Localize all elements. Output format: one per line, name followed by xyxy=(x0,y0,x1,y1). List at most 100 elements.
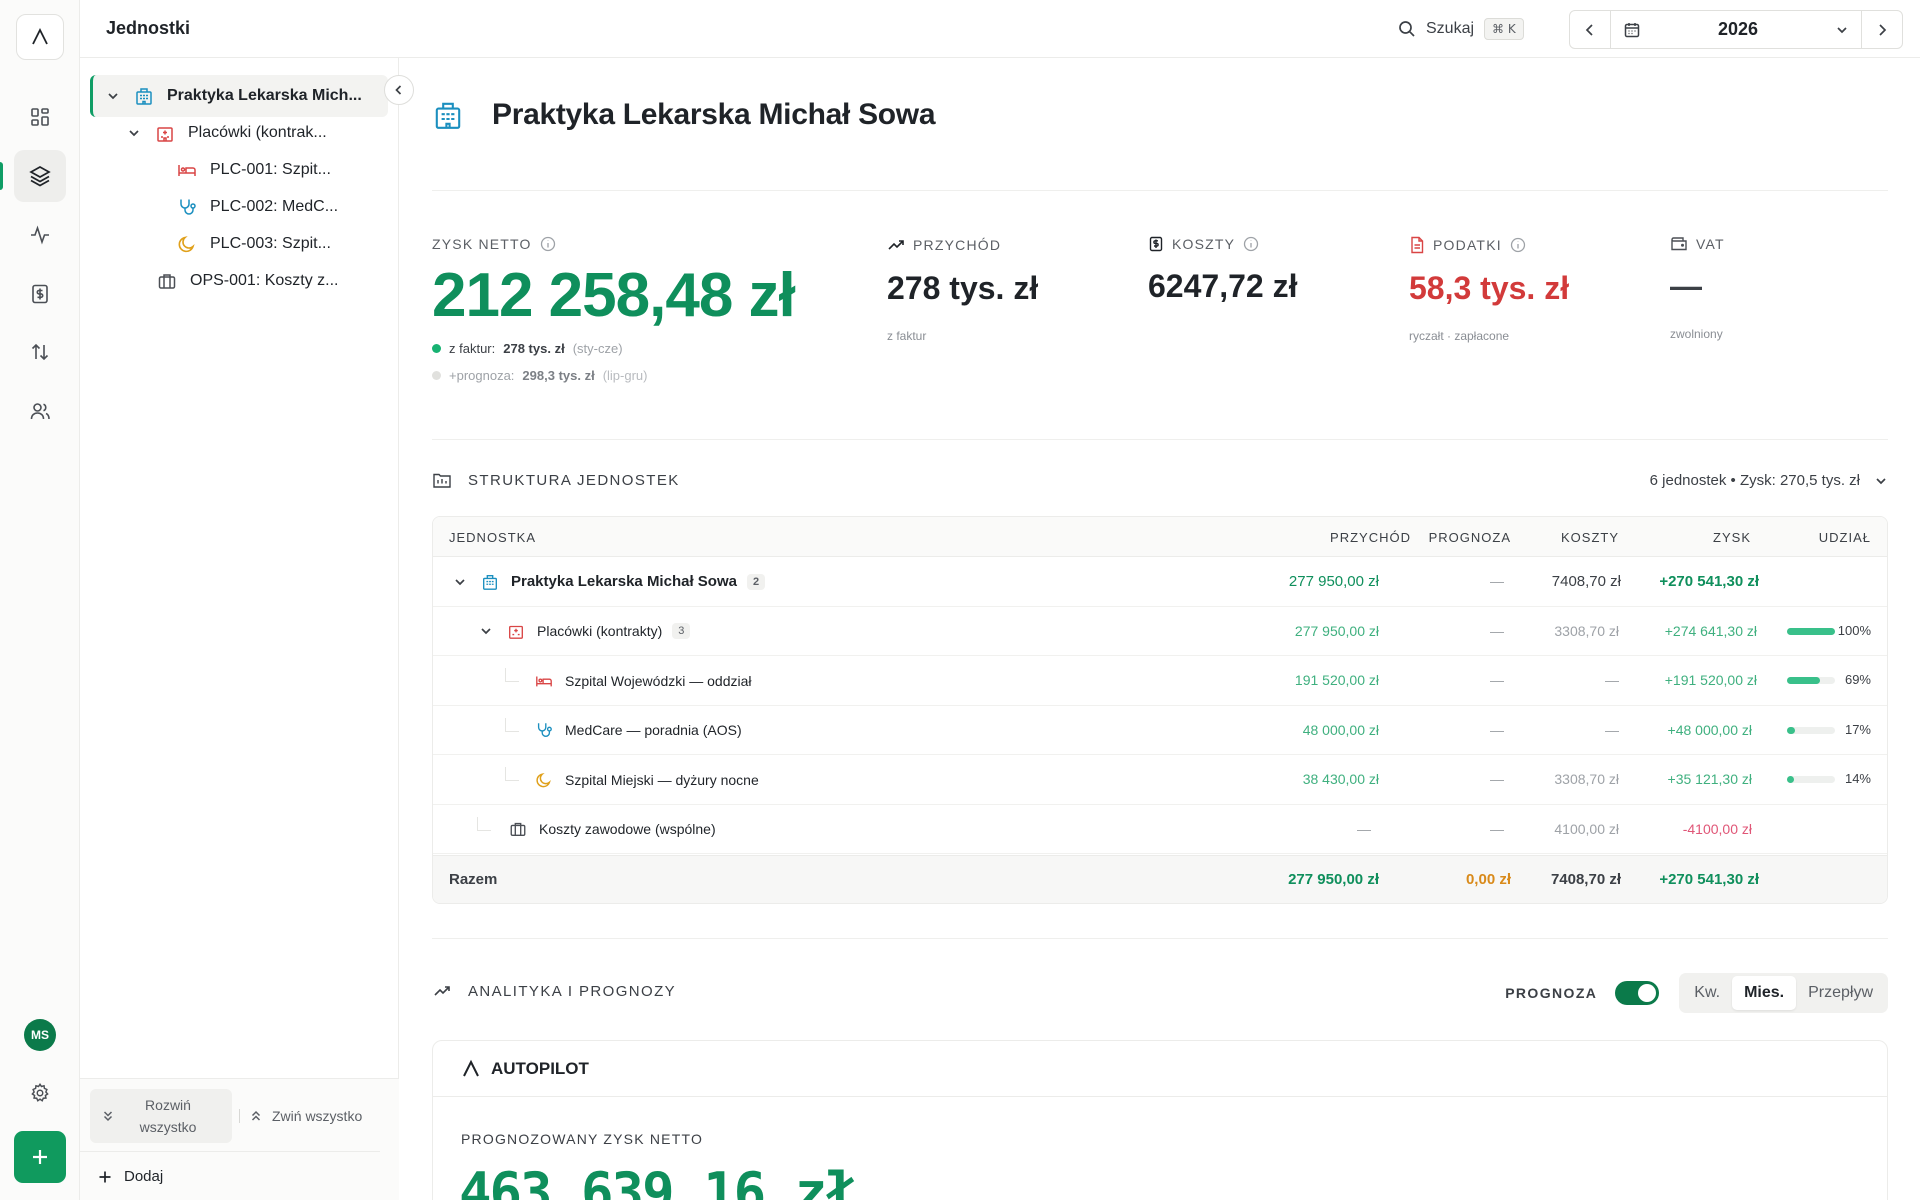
forecast-toggle-label: PROGNOZA xyxy=(1505,985,1598,1001)
col-revenue: PRZYCHÓD xyxy=(1330,530,1411,545)
layers-icon xyxy=(29,166,51,187)
gear-icon xyxy=(31,1082,49,1102)
cell-profit: +191 520,00 zł xyxy=(1664,672,1757,688)
chevron-down-icon[interactable] xyxy=(479,624,493,638)
chevron-left-icon xyxy=(1585,23,1593,36)
cell-forecast: — xyxy=(1490,573,1504,589)
tree-connector xyxy=(505,767,519,781)
tree-item-plc-003[interactable]: PLC-003: Szpit... xyxy=(176,223,331,265)
kpi-label-text: PRZYCHÓD xyxy=(913,237,1002,253)
row-name: Placówki (kontrakty) xyxy=(537,623,663,639)
row-name: Praktyka Lekarska Michał Sowa xyxy=(511,573,737,590)
kpi-value: 278 tys. zł xyxy=(887,270,1039,306)
expand-all-label: Rozwiń wszystko xyxy=(139,1097,197,1135)
transfers-icon xyxy=(31,343,49,361)
table-row[interactable]: Szpital Wojewódzki — oddział 191 520,00 … xyxy=(433,656,1887,706)
chevron-down-icon[interactable] xyxy=(103,86,123,106)
share-bar xyxy=(1787,627,1835,635)
plus-icon xyxy=(33,1150,47,1164)
add-unit-button[interactable]: Dodaj xyxy=(80,1151,380,1200)
nav-transfers[interactable] xyxy=(14,326,66,378)
segment-monthly[interactable]: Mies. xyxy=(1732,976,1797,1010)
structure-table: JEDNOSTKA PRZYCHÓD PROGNOZA KOSZTY ZYSK … xyxy=(432,516,1888,904)
cell-revenue: 48 000,00 zł xyxy=(1302,721,1379,738)
year-value: 2026 xyxy=(1717,19,1759,39)
tree-item-label: PLC-003: Szpit... xyxy=(210,235,331,252)
add-unit-label: Dodaj xyxy=(124,1168,164,1185)
top-bar: Jednostki Szukaj ⌘ K 2026 xyxy=(80,0,1920,58)
cell-forecast: — xyxy=(1490,771,1504,787)
total-revenue: 277 950,00 zł xyxy=(1288,871,1379,888)
row-name-cell: Szpital Wojewódzki — oddział xyxy=(535,656,752,705)
kpi-label: PRZYCHÓD xyxy=(887,236,1038,254)
create-button[interactable] xyxy=(14,1131,66,1183)
kpi-label-text: PODATKI xyxy=(1433,237,1502,253)
table-row[interactable]: MedCare — poradnia (AOS) 48 000,00 zł — … xyxy=(433,706,1887,755)
tree-item-plc-001[interactable]: PLC-001: Szpit... xyxy=(176,149,331,191)
legend-prefix: z faktur: xyxy=(449,341,496,356)
page-title: Praktyka Lekarska Michał Sowa xyxy=(492,98,936,131)
segment-cashflow[interactable]: Przepływ xyxy=(1796,976,1885,1010)
cell-revenue: 277 950,00 zł xyxy=(1288,573,1379,590)
cell-profit: +274 641,30 zł xyxy=(1664,622,1757,639)
receipt-icon xyxy=(1149,236,1163,252)
building-icon xyxy=(432,99,464,131)
total-label: Razem xyxy=(449,871,498,888)
nav-users[interactable] xyxy=(14,385,66,437)
col-profit: ZYSK xyxy=(1713,530,1751,545)
tree-item-plc-002[interactable]: PLC-002: MedC... xyxy=(176,186,338,228)
kpi-sub: zwolniony xyxy=(1670,327,1723,341)
app-logo[interactable] xyxy=(16,14,64,60)
invoice-icon xyxy=(32,284,48,304)
tree-item-ops-001[interactable]: OPS-001: Koszty z... xyxy=(156,260,339,302)
nav-units[interactable] xyxy=(14,150,66,202)
nav-settings[interactable] xyxy=(14,1067,66,1119)
cell-costs: 4100,00 zł xyxy=(1554,820,1619,837)
row-name-cell: Placówki (kontrakty) 3 xyxy=(479,607,691,656)
divider xyxy=(432,938,1888,939)
table-row[interactable]: Placówki (kontrakty) 3 277 950,00 zł — 3… xyxy=(433,607,1887,656)
tree-footer: Rozwiń wszystko Zwiń wszystko Dodaj xyxy=(80,1078,399,1200)
legend-period: (sty-cze) xyxy=(572,341,623,356)
info-icon[interactable] xyxy=(540,236,556,252)
nav-invoices[interactable] xyxy=(14,268,66,320)
collapse-sidebar-button[interactable] xyxy=(384,75,414,105)
stethoscope-icon xyxy=(176,196,198,218)
col-forecast: PROGNOZA xyxy=(1428,530,1511,545)
nav-activity[interactable] xyxy=(14,209,66,261)
kpi-sub: z faktur xyxy=(887,329,927,343)
kpi-label: PODATKI xyxy=(1409,236,1569,254)
expand-all-button[interactable]: Rozwiń wszystko xyxy=(90,1089,232,1143)
tree-item-practice[interactable]: Praktyka Lekarska Mich... xyxy=(90,75,388,117)
tree-connector xyxy=(505,717,519,732)
document-icon xyxy=(1411,236,1424,254)
nav-dashboard[interactable] xyxy=(14,91,66,143)
share-bar-fill xyxy=(1787,776,1794,783)
table-row[interactable]: Praktyka Lekarska Michał Sowa 2 277 950,… xyxy=(433,557,1887,607)
users-icon xyxy=(30,403,50,420)
chevron-down-icon[interactable] xyxy=(124,123,144,143)
section-title: ANALITYKA I PROGNOZY xyxy=(468,982,677,1000)
forecast-toggle[interactable] xyxy=(1615,981,1660,1005)
segment-quarterly[interactable]: Kw. xyxy=(1682,976,1732,1010)
structure-summary-toggle[interactable]: 6 jednostek • Zysk: 270,5 tys. zł xyxy=(1650,472,1888,489)
prev-year-button[interactable] xyxy=(1570,11,1610,48)
tree-item-facilities[interactable]: Placówki (kontrak... xyxy=(124,112,327,154)
next-year-button[interactable] xyxy=(1862,11,1902,48)
table-row[interactable]: Szpital Miejski — dyżury nocne 38 430,00… xyxy=(433,755,1887,805)
info-icon[interactable] xyxy=(1510,237,1526,253)
child-count-badge: 3 xyxy=(672,623,691,639)
chevrons-down-icon xyxy=(103,1111,113,1122)
info-icon[interactable] xyxy=(1243,236,1259,252)
search-button[interactable]: Szukaj ⌘ K xyxy=(1398,14,1524,44)
forecast-profit-value: 463 639,16 zł xyxy=(459,1161,858,1200)
collapse-all-button[interactable]: Zwiń wszystko xyxy=(250,1089,362,1143)
kpi-value: 6247,72 zł xyxy=(1148,268,1298,304)
chevron-down-icon[interactable] xyxy=(453,575,467,589)
avatar[interactable]: MS xyxy=(24,1019,56,1051)
legend-period: (lip-gru) xyxy=(602,368,648,383)
year-select[interactable]: 2026 xyxy=(1610,11,1862,48)
kpi-costs: KOSZTY 6247,72 zł xyxy=(1148,236,1297,305)
moon-icon xyxy=(176,233,198,255)
table-row[interactable]: Koszty zawodowe (wspólne) — — 4100,00 zł… xyxy=(433,805,1887,854)
